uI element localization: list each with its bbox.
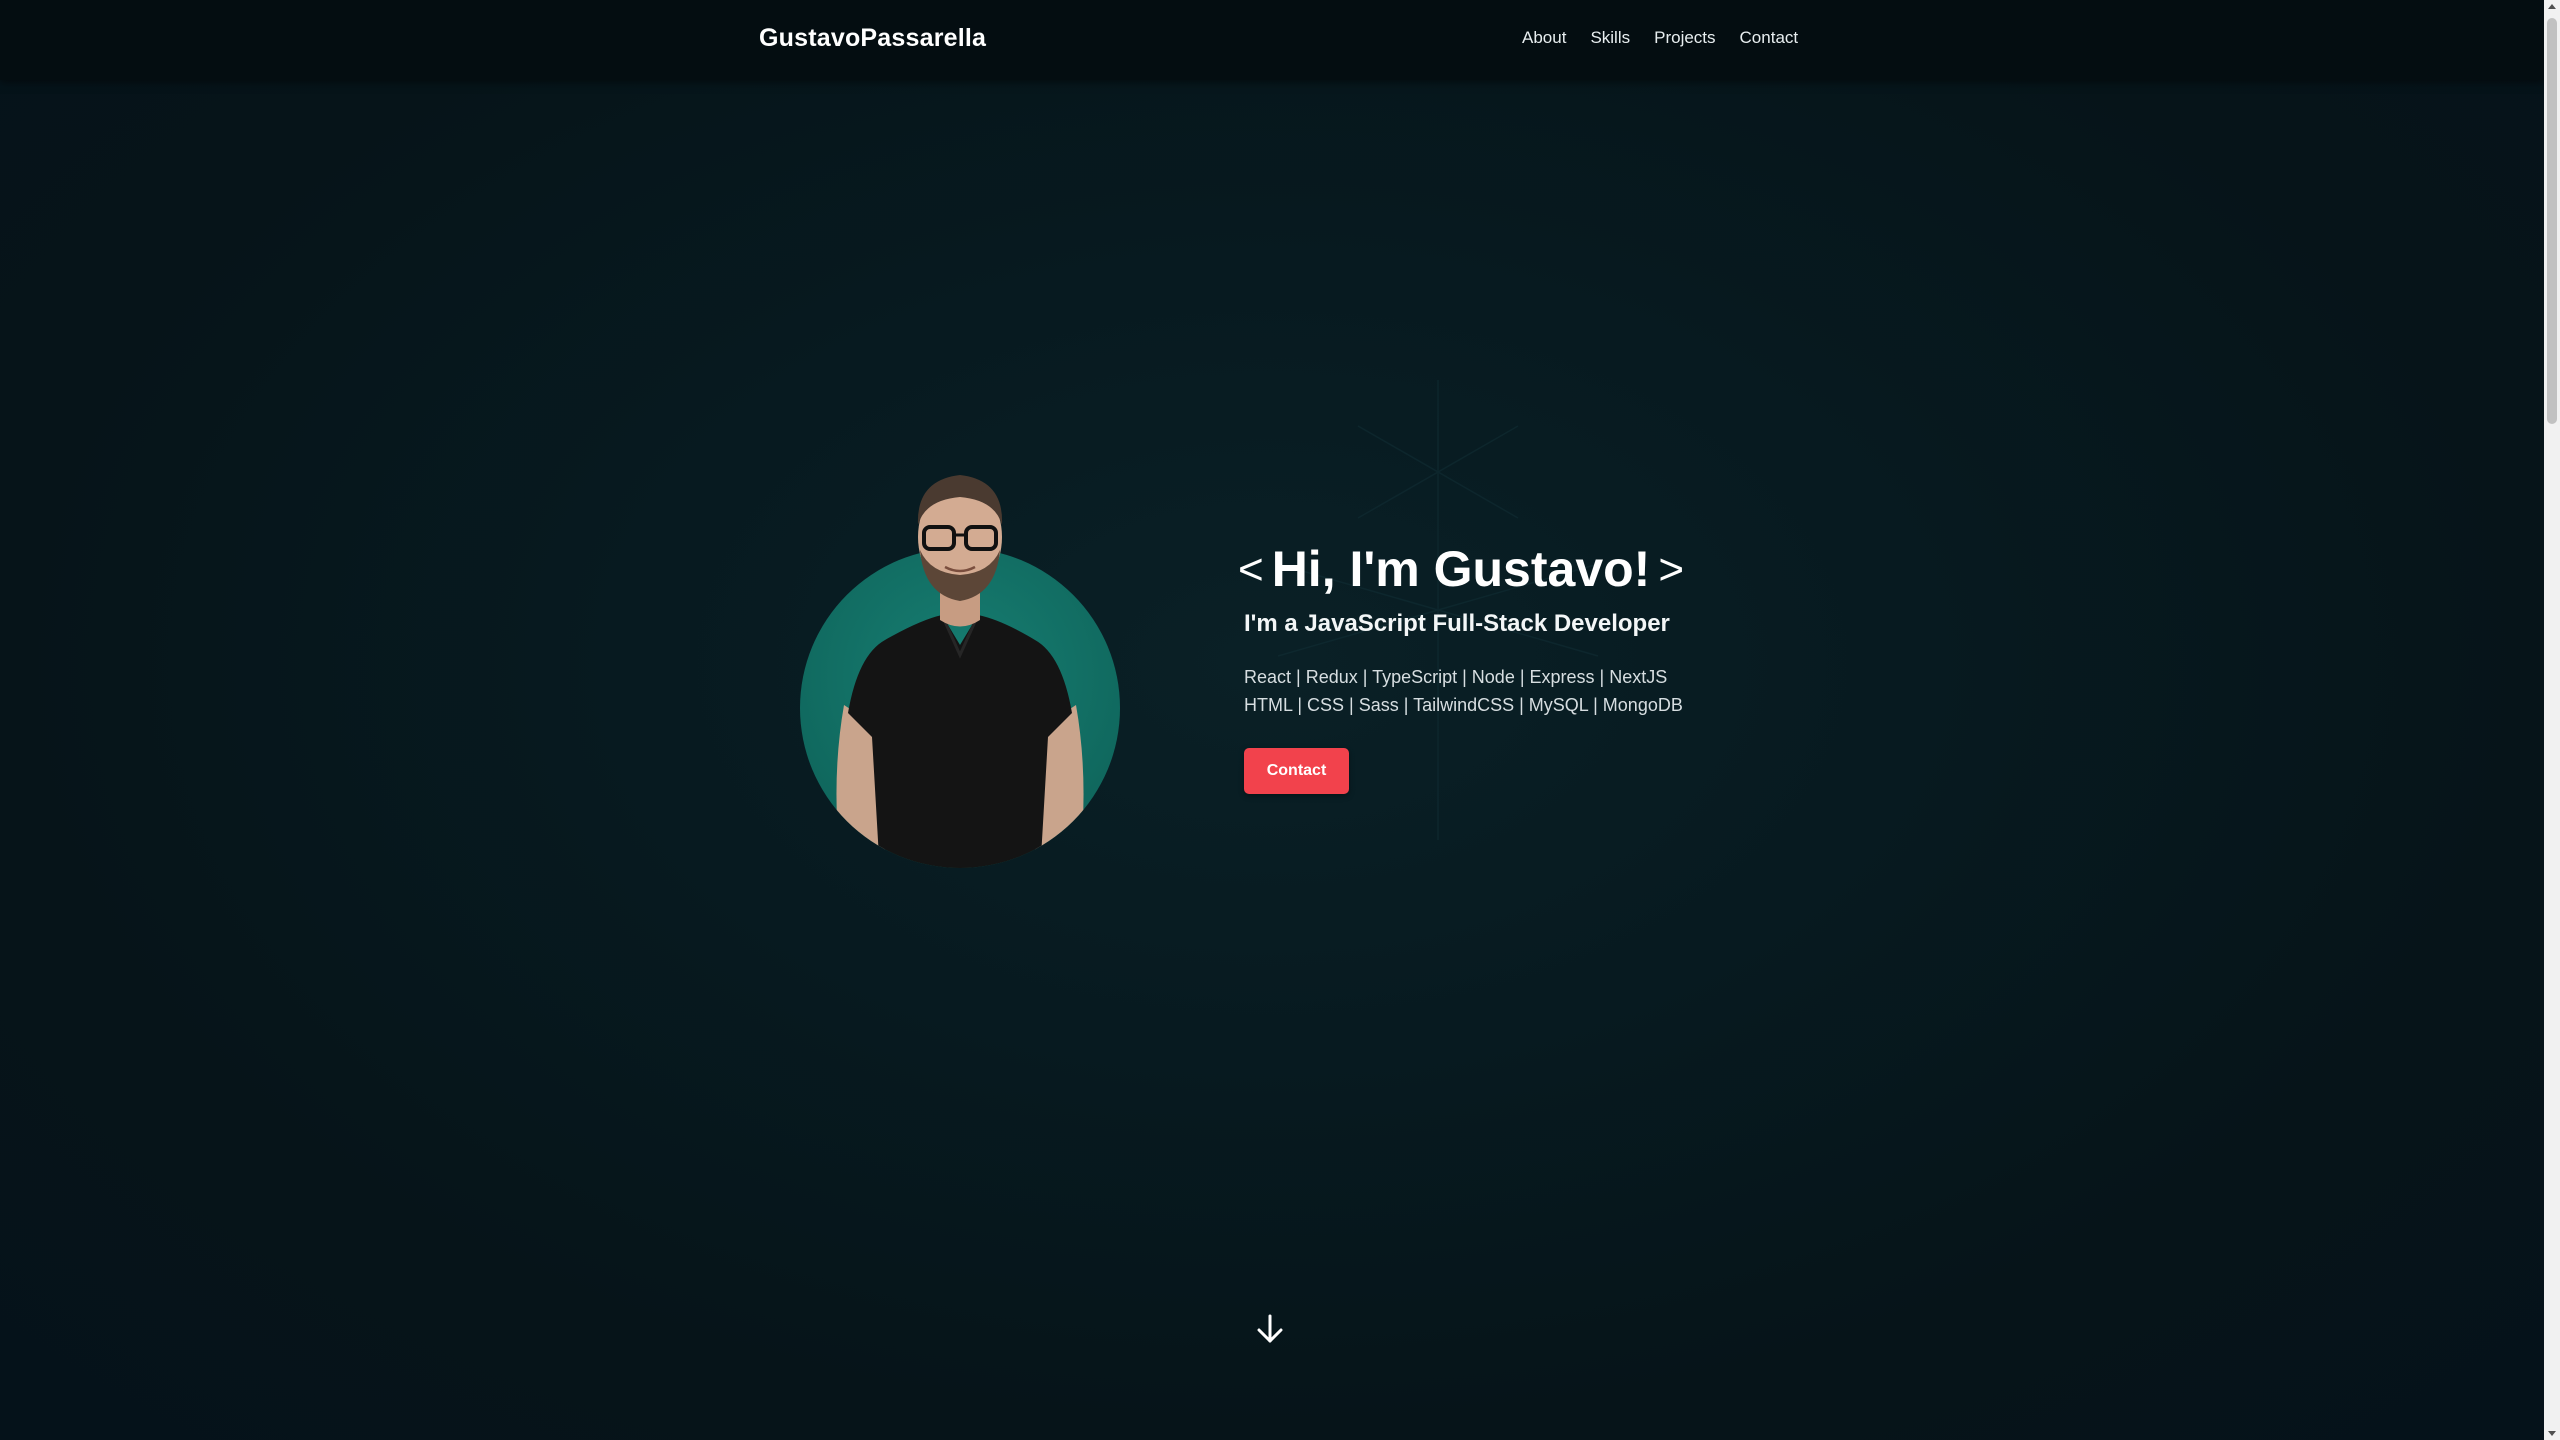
nav-link-projects[interactable]: Projects — [1654, 28, 1715, 48]
contact-button[interactable]: Contact — [1244, 748, 1349, 794]
hero-title-text: Hi, I'm Gustavo! — [1271, 541, 1651, 597]
scroll-thumb[interactable] — [2547, 18, 2557, 424]
hexagon-background — [1117, 378, 1759, 842]
nav-links: About Skills Projects Contact — [1522, 28, 1798, 48]
hero-title: < Hi, I'm Gustavo! > — [1230, 540, 1692, 598]
vertical-scrollbar[interactable] — [2544, 0, 2560, 1440]
scroll-down-icon[interactable] — [2548, 1431, 2556, 1436]
brand-logo[interactable]: GustavoPassarella — [759, 24, 986, 53]
bracket-left: < — [1238, 545, 1264, 594]
navbar: GustavoPassarella About Skills Projects … — [0, 0, 2544, 80]
nav-link-contact[interactable]: Contact — [1740, 28, 1799, 48]
scroll-up-icon[interactable] — [2548, 4, 2556, 9]
skills-line-2: HTML | CSS | Sass | TailwindCSS | MySQL … — [1244, 695, 1683, 715]
page: GustavoPassarella About Skills Projects … — [0, 0, 2544, 1440]
nav-link-about[interactable]: About — [1522, 28, 1566, 48]
nav-link-skills[interactable]: Skills — [1590, 28, 1630, 48]
bracket-right: > — [1658, 545, 1685, 594]
hero-subtitle: I'm a JavaScript Full-Stack Developer — [1244, 610, 1670, 637]
skills-line-1: React | Redux | TypeScript | Node | Expr… — [1244, 667, 1668, 687]
arrow-down-icon[interactable] — [1254, 1313, 1286, 1345]
profile-avatar — [800, 475, 1120, 868]
